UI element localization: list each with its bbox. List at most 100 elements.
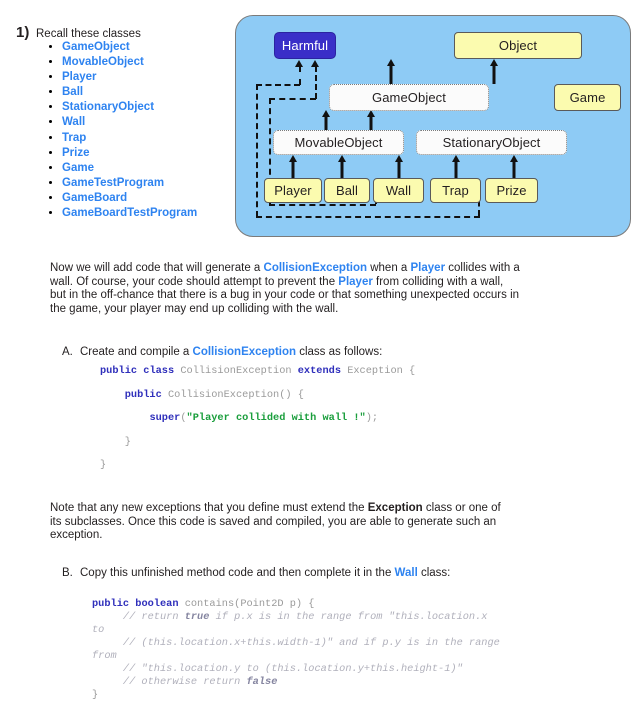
list-item: Trap [62, 131, 197, 146]
uml-node-ball-label: Ball [335, 183, 359, 198]
intro-paragraph: Now we will add code that will generate … [50, 262, 540, 316]
bold-exception: Exception [367, 502, 423, 514]
uml-node-gameobject-label: GameObject [372, 90, 446, 105]
code-block-collisionexception: public class CollisionException extends … [100, 365, 416, 484]
code-token: public [92, 598, 136, 610]
code-token: } [100, 435, 131, 448]
keyword-player-2: Player [338, 275, 373, 288]
class-name-label: StationaryObject [62, 101, 155, 114]
uml-node-trap-label: Trap [442, 183, 469, 198]
uml-node-gameobject: GameObject [329, 84, 489, 111]
dashed-edge-trap-harmful-bottom [256, 216, 480, 218]
code-line: // (this.location.x+this.width-1)" and i… [92, 637, 500, 650]
code-token: super [149, 412, 181, 424]
uml-node-game: Game [554, 84, 621, 111]
code-token: "Player collided with wall !" [186, 412, 366, 424]
arrow-movableobject-to-gameobject [321, 110, 331, 132]
keyword-player: Player [410, 262, 446, 274]
dashed-edge-ball-harmful-top [269, 98, 316, 100]
list-item: Prize [62, 146, 197, 161]
intro-line1-part-b: when a [367, 262, 411, 274]
uml-node-harmful: Harmful [274, 32, 336, 59]
keyword-collisionexception-a: CollisionException [192, 346, 297, 358]
code-line: from [92, 650, 500, 663]
code-token: class [143, 365, 181, 377]
code-line: } [92, 689, 500, 702]
code-token: // (this.location.x+this.width-1)" and i… [92, 637, 500, 649]
arrow-prize-to-stationaryobject [509, 155, 519, 178]
class-name-label: GameObject [62, 41, 130, 53]
class-name-label: Wall [62, 116, 86, 129]
uml-node-harmful-label: Harmful [281, 38, 329, 53]
code-line: // return true if p.x is in the range fr… [92, 611, 500, 624]
uml-node-stationaryobject-label: StationaryObject [442, 135, 541, 150]
uml-node-object-label: Object [498, 38, 538, 53]
step-a-text-a: Create and compile a [80, 346, 193, 358]
dashed-edge-ball-harmful-riser [315, 66, 317, 99]
class-name-label: Player [62, 71, 97, 84]
list-item: Player [62, 70, 197, 85]
arrow-ball-to-movableobject [337, 155, 347, 178]
step-a: A. Create and compile a CollisionExcepti… [62, 346, 532, 360]
intro-line2-part-a: wall. Of course, your code should attemp… [50, 275, 339, 288]
code-token: boolean [135, 598, 185, 610]
code-token: Exception { [347, 365, 416, 377]
code-line: public class CollisionException extends … [100, 365, 416, 390]
note-line1-part-b: class or one of [422, 502, 501, 514]
dashed-edge-ball-harmful-bottom [269, 204, 376, 206]
code-token: public [100, 365, 144, 377]
code-token: true [184, 611, 210, 623]
code-token: // otherwise return [92, 676, 247, 688]
step-a-label: A. [62, 346, 73, 358]
code-token: to [92, 624, 105, 636]
class-name-label: Prize [62, 146, 90, 159]
list-item: MovableObject [62, 55, 197, 70]
note-line1-part-a: Note that any new exceptions that you de… [50, 502, 368, 514]
code-token: } [92, 689, 99, 701]
class-name-label: Game [62, 161, 94, 174]
uml-node-ball: Ball [324, 178, 370, 203]
code-token: } [100, 459, 107, 471]
intro-line2-part-b: from colliding with a wall, [372, 275, 504, 288]
step-a-text: Create and compile a CollisionException … [80, 346, 532, 360]
intro-line1-part-a: Now we will add code that will generate … [50, 262, 264, 274]
code-line: // "this.location.y to (this.location.y+… [92, 663, 500, 676]
list-item: Wall [62, 115, 197, 130]
code-line: public CollisionException() { [100, 388, 415, 414]
uml-node-player: Player [264, 178, 322, 203]
code-block-contains-method: public boolean contains(Point2D p) { // … [92, 598, 500, 702]
class-name-label: GameBoard [62, 191, 128, 204]
code-token: if p.x is in the range from "this.locati… [209, 611, 488, 623]
arrow-stationaryobject-to-gameobject [366, 110, 376, 132]
code-token: ); [365, 412, 379, 424]
note-line3: exception. [50, 529, 103, 542]
dashed-edge-trap-harmful-vertical-left [256, 84, 258, 217]
list-item: Ball [62, 85, 197, 100]
code-token: // return [92, 611, 185, 623]
page-title: Recall these classes [36, 28, 141, 40]
step-b-text-a: Copy this unfinished method code and the… [80, 567, 395, 579]
code-token: public [124, 388, 168, 401]
code-line: } [100, 435, 415, 461]
code-token: from [92, 650, 117, 662]
note-line2: its subclasses. Once this code is saved … [50, 515, 497, 528]
question-number: 1) [16, 24, 30, 41]
uml-node-movableobject-label: MovableObject [294, 135, 383, 150]
intro-line4: the game, your player may end up collidi… [50, 302, 339, 315]
class-name-list: GameObject MovableObject Player Ball Station… [40, 40, 197, 221]
list-item: Game [62, 161, 197, 176]
uml-node-movableobject: MovableObject [273, 130, 404, 155]
worksheet-page: 1) Recall these classes GameObjectMovabl… [0, 0, 639, 714]
list-item: GameTestProgram [62, 176, 197, 191]
step-b: B. Copy this unfinished method code and … [62, 567, 532, 581]
uml-node-object: Object [454, 32, 582, 59]
arrow-gameobject-to-object [386, 59, 396, 84]
list-item: GameObject [62, 40, 197, 55]
step-b-text: Copy this unfinished method code and the… [80, 567, 532, 581]
class-name-label: GameTestProgram [62, 176, 165, 189]
dashed-edge-trap-harmful-riser [299, 66, 301, 85]
code-token: CollisionException [180, 365, 298, 377]
arrow-player-to-movableobject [288, 155, 298, 178]
